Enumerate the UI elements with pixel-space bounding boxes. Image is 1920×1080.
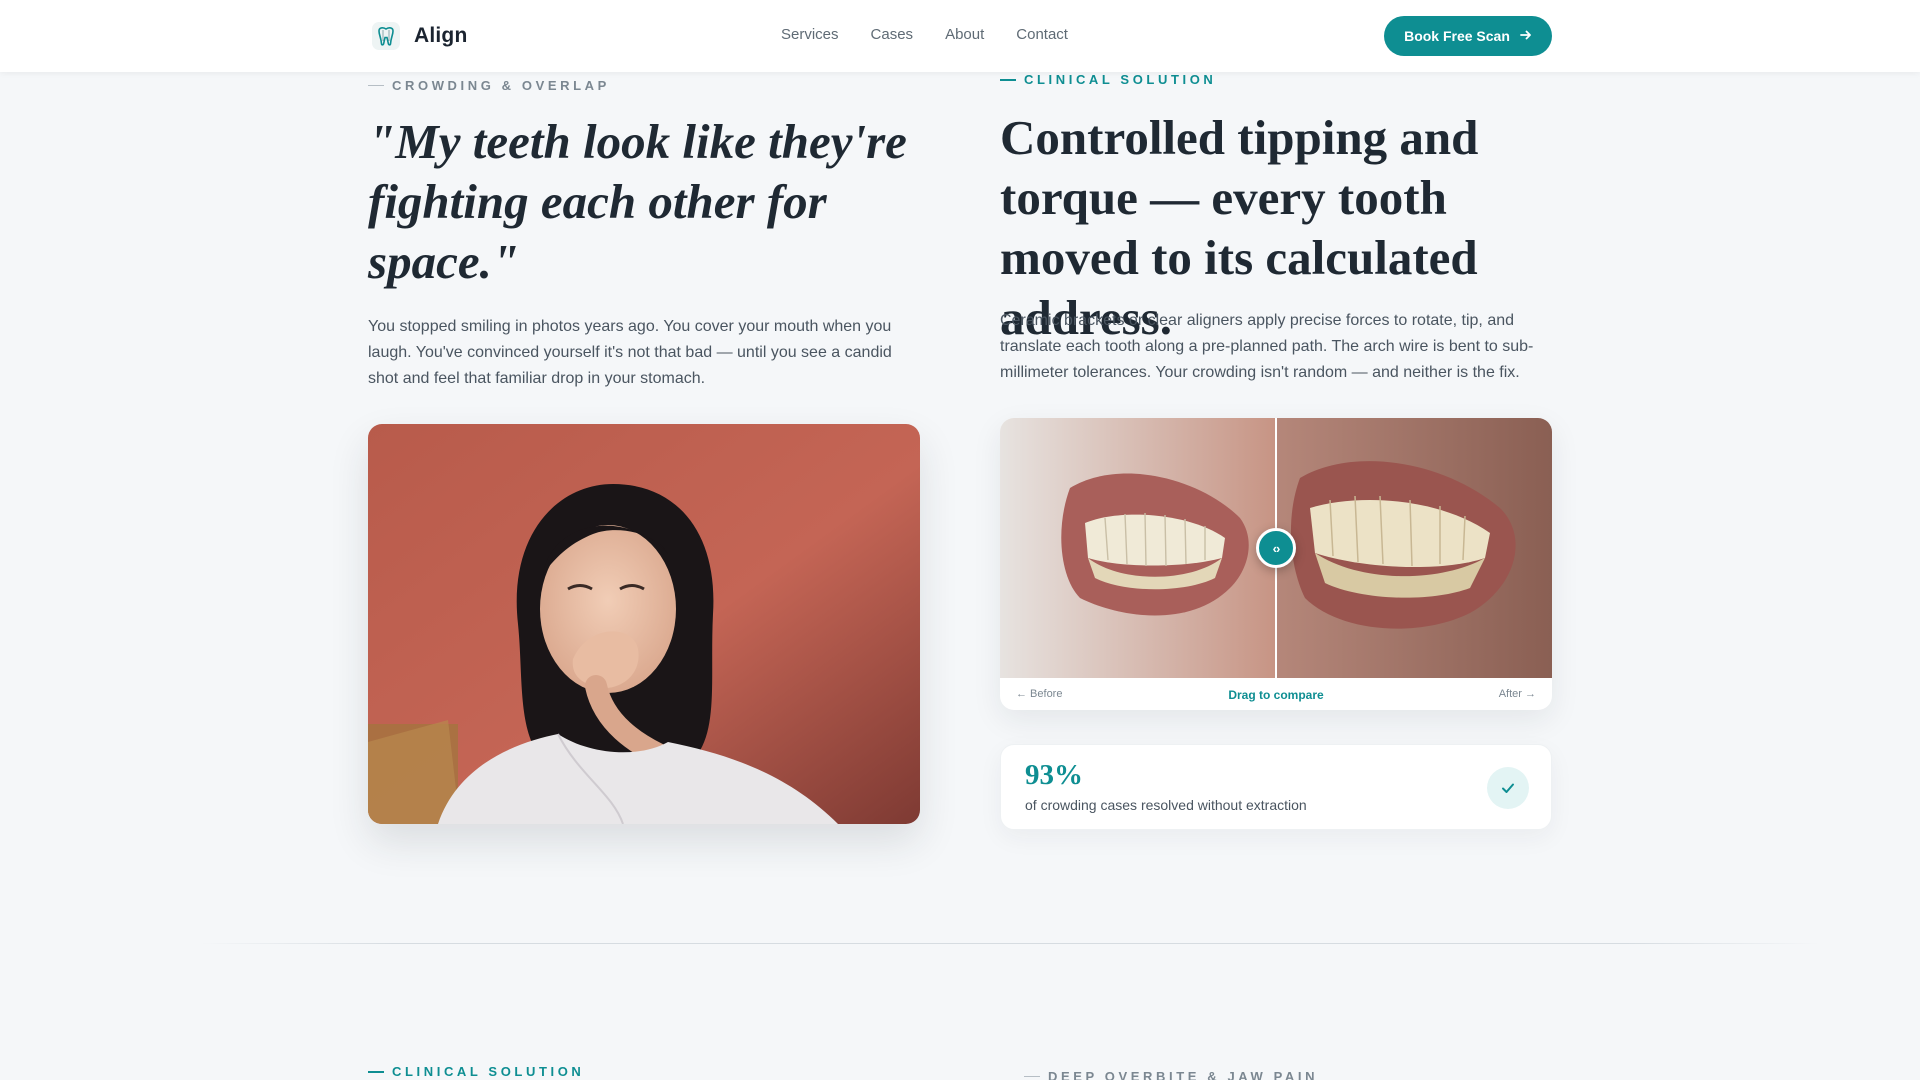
eyebrow-dash	[1000, 78, 1016, 81]
eyebrow-dash	[368, 85, 384, 86]
solution-eyebrow: CLINICAL SOLUTION	[1000, 72, 1216, 87]
next-problem-eyebrow-label: DEEP OVERBITE & JAW PAIN	[1048, 1069, 1319, 1080]
compare-caption-bar: ← Before Drag to compare After →	[1000, 678, 1552, 710]
after-label: After →	[1498, 688, 1536, 700]
patient-photo	[368, 424, 920, 824]
brand-name: Align	[414, 24, 468, 47]
main-nav: Services Cases About Contact	[781, 26, 1068, 43]
nav-item-cases[interactable]: Cases	[871, 26, 914, 43]
tooth-logo-icon	[372, 22, 400, 50]
stat-value: 93%	[1025, 759, 1083, 791]
section-divider	[200, 943, 1820, 944]
brand-logo[interactable]: Align	[372, 22, 468, 50]
eyebrow-dash	[368, 1070, 384, 1073]
arrow-right-icon	[1520, 28, 1532, 44]
next-solution-eyebrow: CLINICAL SOLUTION	[368, 1064, 584, 1079]
patient-quote: "My teeth look like they're fighting eac…	[368, 114, 907, 289]
before-after-slider[interactable]: ‹› ← Before Drag to compare After →	[1000, 418, 1552, 710]
nav-item-about[interactable]: About	[945, 26, 984, 43]
book-free-scan-label: Book Free Scan	[1404, 28, 1510, 44]
site-header: Align Services Cases About Contact Book …	[0, 0, 1920, 72]
nav-item-contact[interactable]: Contact	[1016, 26, 1068, 43]
eyebrow-dash	[1024, 1076, 1040, 1077]
slider-handle[interactable]: ‹›	[1256, 528, 1296, 568]
problem-description: You stopped smiling in photos years ago.…	[368, 318, 892, 387]
stat-card: 93% of crowding cases resolved without e…	[1000, 744, 1552, 830]
book-free-scan-button[interactable]: Book Free Scan	[1384, 16, 1552, 56]
chevrons-left-right-icon: ‹›	[1272, 540, 1281, 556]
next-solution-eyebrow-label: CLINICAL SOLUTION	[392, 1064, 585, 1079]
drag-to-compare-label: Drag to compare	[1228, 688, 1324, 702]
next-problem-eyebrow: DEEP OVERBITE & JAW PAIN	[1024, 1069, 1318, 1080]
stat-label: of crowding cases resolved without extra…	[1025, 797, 1307, 813]
solution-eyebrow-label: CLINICAL SOLUTION	[1024, 72, 1217, 87]
problem-eyebrow: CROWDING & OVERLAP	[368, 78, 610, 93]
solution-description: Ceramic brackets or clear aligners apply…	[1000, 312, 1534, 381]
problem-eyebrow-label: CROWDING & OVERLAP	[392, 78, 610, 93]
check-icon	[1487, 767, 1529, 809]
nav-item-services[interactable]: Services	[781, 26, 839, 43]
